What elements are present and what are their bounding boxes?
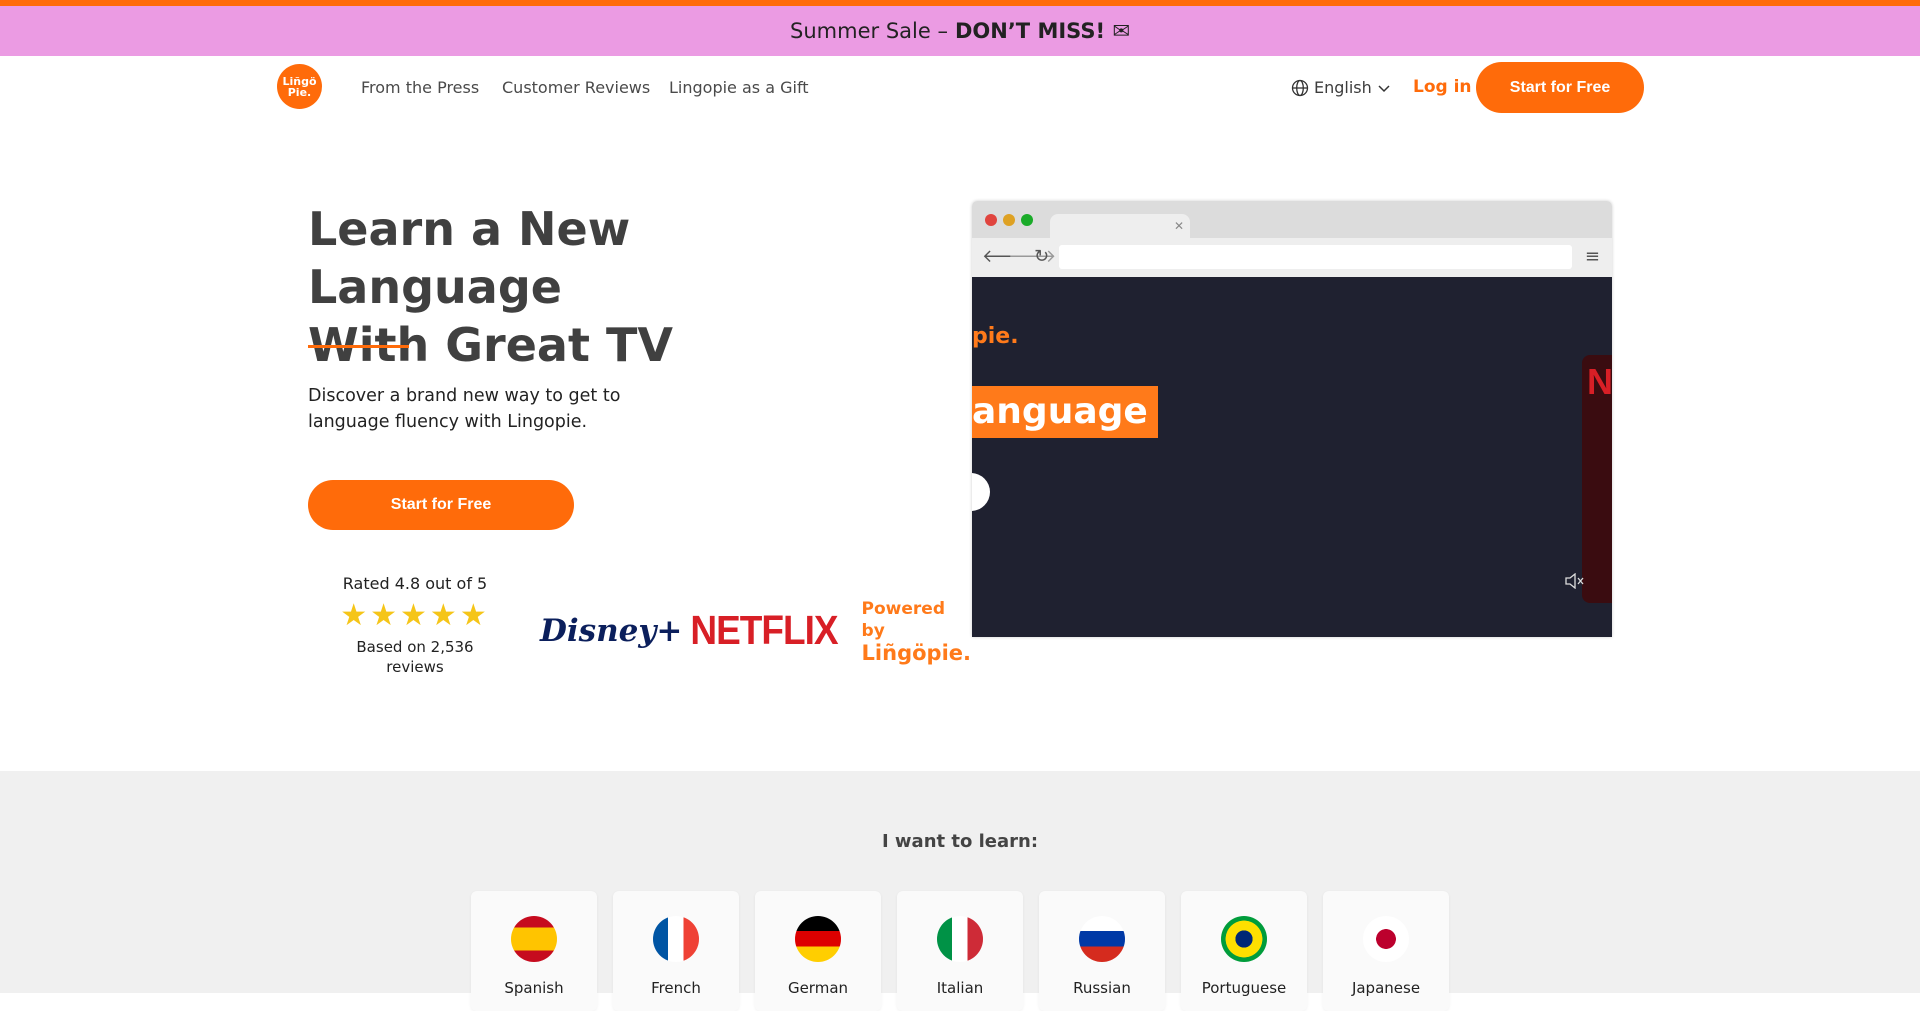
- language-selector[interactable]: English: [1291, 78, 1391, 97]
- spain-flag-icon: [511, 916, 557, 962]
- hero-start-free-button[interactable]: Start for Free: [308, 480, 574, 530]
- minimize-dot-icon: [1003, 214, 1015, 226]
- menu-icon: ≡: [1584, 246, 1600, 267]
- language-picker-section: I want to learn: Spanish French German I…: [0, 771, 1920, 1011]
- video-netflix-card: N: [1582, 355, 1612, 603]
- nav-start-free-button[interactable]: Start for Free: [1476, 62, 1644, 113]
- browser-tab: ✕: [1050, 214, 1190, 240]
- promo-banner[interactable]: Summer Sale – DON’T MISS! ✉: [0, 6, 1920, 56]
- language-name: Italian: [936, 979, 984, 997]
- video-brand-text: pie.: [972, 324, 1019, 349]
- video-language-label: anguage: [972, 386, 1158, 438]
- powered-by-lingopie: Powered by Liñgöpie.: [862, 598, 971, 664]
- language-card-japanese[interactable]: Japanese: [1323, 891, 1449, 1011]
- chevron-down-icon: [1378, 84, 1390, 92]
- rating-text: Rated 4.8 out of 5: [342, 574, 488, 593]
- disney-plus-logo: Disney+: [540, 613, 683, 649]
- japan-flag-icon: [1363, 916, 1409, 962]
- close-dot-icon: [985, 214, 997, 226]
- logo-line1: Liñgö: [282, 74, 317, 88]
- promo-text: Summer Sale –: [790, 19, 948, 43]
- language-name: Spanish: [504, 979, 564, 997]
- italy-flag-icon: [937, 916, 983, 962]
- language-card-spanish[interactable]: Spanish: [471, 891, 597, 1011]
- globe-icon: [1291, 79, 1309, 96]
- rating-stars: ★★★★★: [340, 598, 490, 633]
- video-netflix-letter: N: [1587, 361, 1612, 402]
- hero-subtitle: Discover a brand new way to get to langu…: [308, 386, 621, 432]
- nav-link-gift[interactable]: Lingopie as a Gift: [669, 78, 809, 97]
- language-name: Portuguese: [1201, 979, 1287, 997]
- language-card-german[interactable]: German: [755, 891, 881, 1011]
- maximize-dot-icon: [1021, 214, 1033, 226]
- browser-mockup: ✕ 🡐 🡒 ↻ ≡ pie. anguage N: [972, 201, 1612, 637]
- language-name: Russian: [1073, 979, 1131, 997]
- france-flag-icon: [653, 916, 699, 962]
- mute-icon[interactable]: [1564, 572, 1584, 593]
- nav-link-press[interactable]: From the Press: [361, 78, 479, 97]
- rating-block: Rated 4.8 out of 5 ★★★★★ Based on 2,536 …: [330, 574, 500, 677]
- language-card-portuguese[interactable]: Portuguese: [1181, 891, 1307, 1011]
- browser-toolbar: 🡐 🡒 ↻ ≡: [972, 238, 1612, 277]
- video-flag-badge: [972, 473, 990, 511]
- brazil-flag-icon: [1221, 916, 1267, 962]
- netflix-logo: NETFLIX: [690, 607, 838, 653]
- browser-chrome: ✕ 🡐 🡒 ↻ ≡: [972, 201, 1612, 277]
- tab-close-icon: ✕: [1173, 219, 1184, 233]
- russia-flag-icon: [1079, 916, 1125, 962]
- language-name: German: [787, 979, 849, 997]
- partner-logos: Disney+ NETFLIX Powered by Liñgöpie.: [540, 592, 971, 670]
- language-name: Japanese: [1351, 979, 1421, 997]
- navbar: Liñgö Pie. From the Press Customer Revie…: [0, 56, 1920, 120]
- lingopie-logo[interactable]: Liñgö Pie.: [277, 64, 322, 109]
- nav-link-reviews[interactable]: Customer Reviews: [502, 78, 650, 97]
- language-label: English: [1314, 78, 1372, 97]
- language-card-french[interactable]: French: [613, 891, 739, 1011]
- promo-emphasis: DON’T MISS! ✉: [954, 19, 1130, 43]
- rating-review-count: Based on 2,536 reviews: [356, 638, 474, 676]
- login-link[interactable]: Log in: [1413, 77, 1472, 97]
- promo-video[interactable]: pie. anguage N: [972, 277, 1612, 637]
- powered-by-brand: Liñgöpie.: [861, 641, 971, 665]
- address-bar: [1059, 245, 1572, 269]
- germany-flag-icon: [795, 916, 841, 962]
- language-name: French: [651, 979, 701, 997]
- reload-icon: ↻: [1034, 246, 1050, 267]
- learn-title: I want to learn:: [881, 831, 1039, 852]
- powered-by-label: Powered by: [861, 599, 946, 641]
- language-card-italian[interactable]: Italian: [897, 891, 1023, 1011]
- logo-line2: Pie.: [287, 85, 312, 99]
- hero-divider: [308, 345, 409, 348]
- hero-title-line1: Learn a New Language: [308, 202, 631, 314]
- language-card-russian[interactable]: Russian: [1039, 891, 1165, 1011]
